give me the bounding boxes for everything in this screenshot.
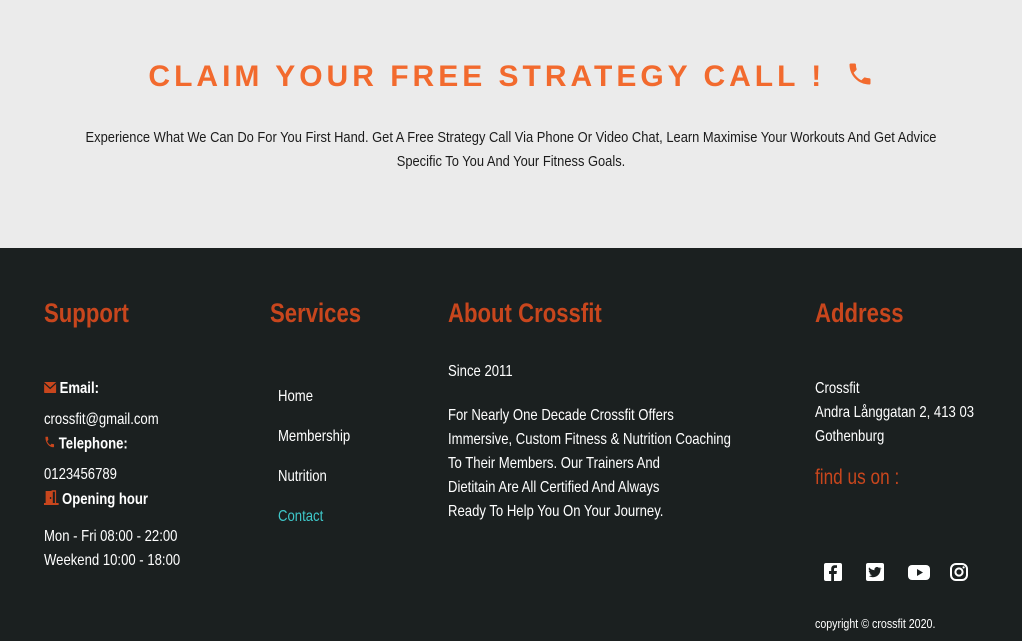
email-label: Email: <box>59 380 99 398</box>
opening-hours-label: Opening hour <box>62 491 149 509</box>
find-us-label: find us on : <box>815 466 900 489</box>
email-row: Email: <box>43 380 99 398</box>
cta-section: CLAIM YOUR FREE STRATEGY CALL ! Experien… <box>0 0 1022 248</box>
support-heading: Support <box>44 298 129 328</box>
door-icon <box>44 490 59 510</box>
telephone-row: Telephone: <box>44 435 128 454</box>
about-line-3: To Their Members. Our Trainers And <box>448 455 660 472</box>
footer: Support Email: crossfit@gmail.com Teleph… <box>0 248 1022 641</box>
about-heading: About Crossfit <box>448 298 602 328</box>
cta-description: Experience What We Can Do For You First … <box>85 129 937 170</box>
nav-link-nutrition[interactable]: Nutrition <box>278 468 327 486</box>
nav-link-home[interactable]: Home <box>278 388 313 406</box>
envelope-icon <box>43 380 57 398</box>
hours-weekday: Mon - Fri 08:00 - 22:00 <box>44 528 178 545</box>
hours-weekend: Weekend 10:00 - 18:00 <box>44 552 181 569</box>
address-heading: Address <box>815 298 904 328</box>
instagram-icon[interactable] <box>949 562 973 582</box>
youtube-icon[interactable] <box>907 562 931 582</box>
about-column: About Crossfit Since 2011 For Nearly One… <box>448 298 788 598</box>
phone-icon <box>846 60 874 96</box>
about-line-2: Immersive, Custom Fitness & Nutrition Co… <box>448 431 731 448</box>
facebook-icon[interactable] <box>823 562 847 582</box>
cta-title-text: CLAIM YOUR FREE STRATEGY CALL ! <box>148 60 826 93</box>
copyright-text: copyright © crossfit 2020. <box>815 616 936 631</box>
opening-hours-row: Opening hour <box>44 490 148 510</box>
phone-icon <box>44 435 55 454</box>
telephone-value[interactable]: 0123456789 <box>44 466 117 484</box>
about-line-4: Dietitain Are All Certified And Always <box>448 479 660 496</box>
nav-link-contact[interactable]: Contact <box>278 508 323 526</box>
about-line-1: For Nearly One Decade Crossfit Offers <box>448 407 674 424</box>
social-links <box>823 562 973 582</box>
nav-link-membership[interactable]: Membership <box>278 428 350 446</box>
about-since: Since 2011 <box>448 363 513 380</box>
address-column: Address Crossfit Andra Långgatan 2, 413 … <box>815 298 1015 631</box>
services-column: Services Home Membership Nutrition Conta… <box>270 298 420 598</box>
services-heading: Services <box>270 298 362 328</box>
email-value[interactable]: crossfit@gmail.com <box>44 411 159 429</box>
address-city: Gothenburg <box>815 428 885 445</box>
telephone-label: Telephone: <box>58 435 128 453</box>
support-column: Support Email: crossfit@gmail.com Teleph… <box>43 298 244 598</box>
address-street: Andra Långgatan 2, 413 03 <box>815 404 975 421</box>
twitter-icon[interactable] <box>865 562 889 582</box>
about-line-5: Ready To Help You On Your Journey. <box>448 503 664 520</box>
cta-title: CLAIM YOUR FREE STRATEGY CALL ! <box>0 60 1022 96</box>
address-name: Crossfit <box>815 380 860 397</box>
